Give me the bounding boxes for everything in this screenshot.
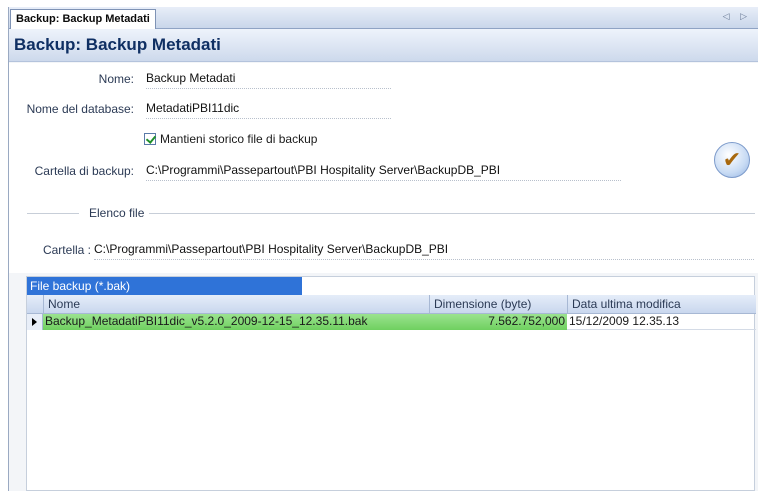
page-header: Backup: Backup Metadati [9, 29, 758, 62]
column-header-size[interactable]: Dimensione (byte) [429, 295, 567, 314]
database-label: Nome del database: [26, 102, 134, 116]
document-window: Backup: Backup Metadati ◁ ▷ Backup: Back… [8, 7, 758, 491]
checkmark-icon: ✔ [722, 147, 742, 173]
tab-strip: Backup: Backup Metadati ◁ ▷ [9, 7, 758, 29]
confirm-button[interactable]: ✔ [714, 142, 750, 178]
backup-folder-field[interactable]: C:\Programmi\Passepartout\PBI Hospitalit… [146, 163, 621, 181]
file-list-folder-field: C:\Programmi\Passepartout\PBI Hospitalit… [94, 242, 754, 260]
keep-history-label: Mantieni storico file di backup [160, 132, 318, 146]
database-field[interactable]: MetadatiPBI11dic [146, 101, 391, 119]
backup-files-grid: File backup (*.bak) Nome Dimensione (byt… [26, 276, 756, 491]
page-title: Backup: Backup Metadati [14, 35, 221, 54]
file-list-folder-label: Cartella : [42, 243, 91, 257]
cell-modified-date[interactable]: 15/12/2009 12.35.13 [567, 314, 756, 330]
grid-caption: File backup (*.bak) [27, 277, 302, 295]
keep-history-checkbox[interactable]: Mantieni storico file di backup [144, 132, 317, 146]
checkbox-checked-icon[interactable] [144, 133, 156, 145]
cell-file-name[interactable]: Backup_MetadatiPBI11dic_v5.2.0_2009-12-1… [43, 314, 429, 330]
file-list-section-title: Elenco file [89, 206, 145, 220]
row-selector-arrow-icon[interactable] [27, 314, 43, 330]
section-divider-right [149, 213, 755, 214]
tab-backup-metadati[interactable]: Backup: Backup Metadati [10, 9, 156, 29]
grid-header: Nome Dimensione (byte) Data ultima modif… [27, 295, 756, 314]
cell-file-size[interactable]: 7.562.752,000 [429, 314, 567, 330]
name-field[interactable]: Backup Metadati [146, 71, 391, 89]
table-row[interactable]: Backup_MetadatiPBI11dic_v5.2.0_2009-12-1… [27, 314, 756, 330]
column-header-date[interactable]: Data ultima modifica [567, 295, 756, 314]
column-header-name[interactable]: Nome [43, 295, 429, 314]
tab-scroll-arrows-icon[interactable]: ◁ ▷ [723, 11, 751, 22]
name-label: Nome: [98, 72, 134, 86]
backup-form: Nome: Backup Metadati Nome del database:… [9, 63, 758, 273]
section-divider-left [27, 213, 79, 214]
backup-folder-label: Cartella di backup: [34, 164, 134, 178]
